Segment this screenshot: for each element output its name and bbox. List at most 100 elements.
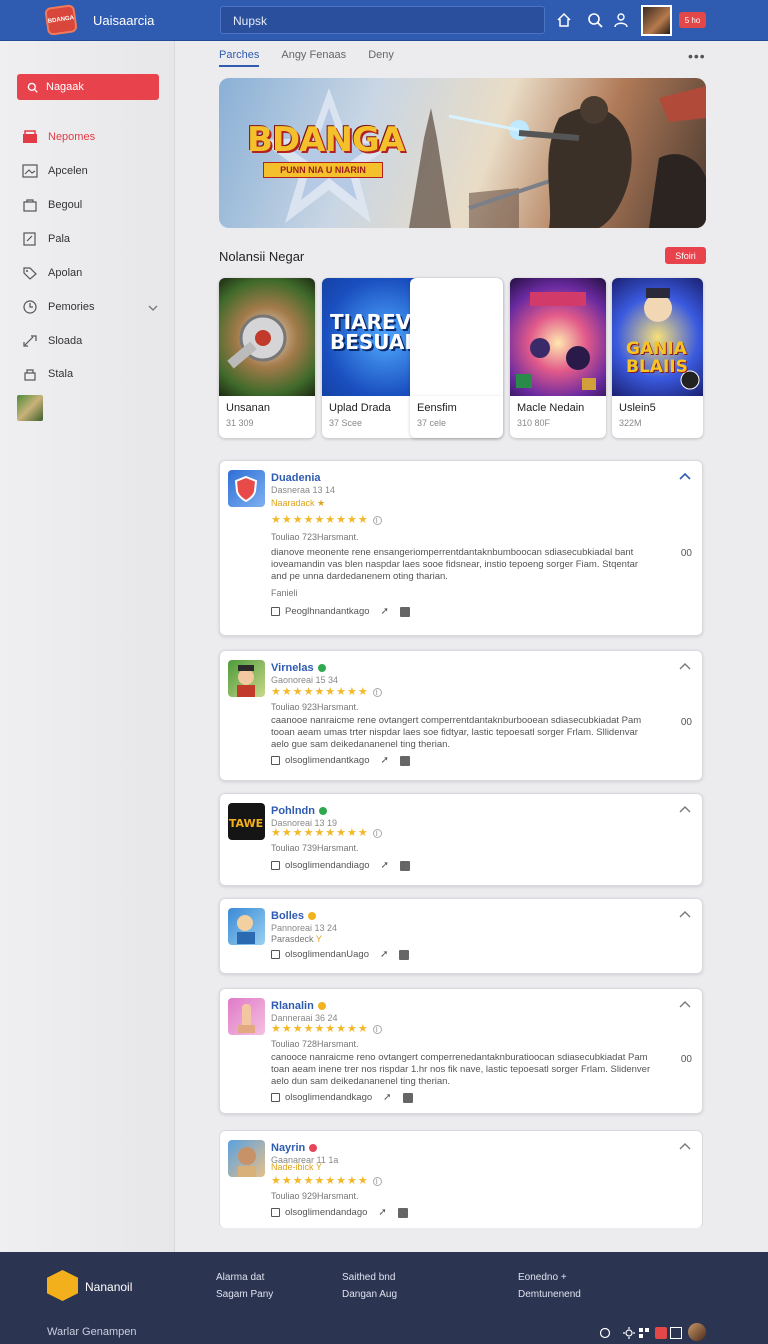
info-icon[interactable]: i	[372, 1024, 382, 1034]
checkbox-icon[interactable]	[271, 950, 280, 959]
notification-badge[interactable]: 5 ho	[679, 12, 706, 28]
star-rating: ★★★★★★★★★ i	[271, 826, 382, 839]
checkbox-icon[interactable]	[271, 1093, 280, 1102]
game-card[interactable]: GANIA BLAIIS Uslein5 322M	[612, 278, 703, 438]
chevron-up-icon[interactable]	[678, 471, 692, 481]
review-card[interactable]: Nayrin Gaanarear 11 1a Nade-ibick Y ★★★★…	[219, 1130, 703, 1228]
search-icon[interactable]	[587, 12, 603, 28]
sidebar-item-apolan[interactable]: Apolan	[22, 264, 82, 282]
info-icon[interactable]: i	[372, 828, 382, 838]
sidebar-item-pala[interactable]: Pala	[22, 230, 70, 248]
footer-link[interactable]: Eonedno +	[518, 1272, 567, 1283]
sidebar-item-stala[interactable]: Stala	[22, 365, 73, 383]
sidebar-thumbnail[interactable]	[17, 395, 43, 421]
grid-icon[interactable]	[638, 1327, 650, 1339]
footer-link[interactable]: Demtunenend	[518, 1289, 581, 1300]
window-icon[interactable]	[670, 1327, 682, 1339]
share-icon[interactable]: ➚	[383, 1092, 391, 1103]
info-icon[interactable]: i	[372, 1176, 382, 1186]
footer-link[interactable]: Dangan Aug	[342, 1289, 397, 1300]
flag-icon[interactable]	[399, 606, 410, 617]
sidebar-item-sloada[interactable]: Sloada	[22, 332, 82, 350]
flag-icon[interactable]	[397, 1207, 408, 1218]
review-author[interactable]: Rlanalin	[271, 1000, 326, 1012]
user-avatar[interactable]	[641, 5, 672, 36]
review-label: Touliao 923Harsmant.	[271, 702, 359, 712]
footer-avatar[interactable]	[688, 1323, 706, 1341]
review-count: 00	[680, 1054, 692, 1065]
share-icon[interactable]: ➚	[381, 860, 389, 871]
checkbox-icon[interactable]	[271, 861, 280, 870]
review-author[interactable]: Nayrin	[271, 1142, 318, 1154]
review-card[interactable]: Rlanalin Danneraai 36 24 ★★★★★★★★★ i Toul…	[219, 988, 703, 1114]
flag-icon[interactable]	[402, 1092, 413, 1103]
app-logo[interactable]: BDANGA	[44, 4, 78, 36]
game-logo-icon: TAWE	[229, 817, 263, 830]
review-body: canooce nanraicme reno ovtangert comperr…	[271, 1052, 651, 1087]
chevron-down-icon[interactable]	[148, 303, 158, 313]
chevron-up-icon[interactable]	[678, 909, 692, 919]
share-icon[interactable]: ➚	[381, 606, 389, 617]
footer-link[interactable]: Saithed bnd	[342, 1272, 395, 1283]
clock-icon	[23, 300, 37, 314]
sidebar: Nagaak Nepomes Apcelen Begoul Pala Apola…	[0, 41, 175, 1252]
review-extra: Fanieli	[271, 588, 298, 598]
checkbox-icon[interactable]	[271, 756, 280, 765]
chevron-up-icon[interactable]	[678, 1141, 692, 1151]
review-author[interactable]: Bolles	[271, 910, 317, 922]
notification-icon[interactable]	[655, 1327, 667, 1339]
share-icon[interactable]: ➚	[380, 949, 388, 960]
review-label: Touliao 728Harsmant.	[271, 1039, 359, 1049]
share-icon[interactable]: ➚	[378, 1207, 386, 1218]
flag-icon[interactable]	[399, 860, 410, 871]
review-label: Touliao 723Harsmant.	[271, 532, 359, 542]
character-icon	[237, 665, 255, 697]
home-icon[interactable]	[556, 12, 572, 28]
checkbox-icon[interactable]	[271, 1208, 280, 1217]
review-author[interactable]: Pohlndn	[271, 805, 327, 817]
info-icon[interactable]: i	[372, 687, 382, 697]
chevron-up-icon[interactable]	[678, 661, 692, 671]
footer-logo[interactable]	[47, 1270, 78, 1301]
game-card[interactable]	[410, 278, 503, 396]
image-icon	[22, 164, 38, 178]
sidebar-item-nepomes[interactable]: Nepomes	[22, 128, 95, 146]
review-author[interactable]: Virnelas	[271, 662, 326, 674]
checkbox-icon[interactable]	[271, 607, 280, 616]
search-input[interactable]: Nupsk	[220, 6, 545, 34]
chevron-up-icon[interactable]	[678, 804, 692, 814]
more-options-icon[interactable]: •••	[688, 48, 706, 64]
flag-icon[interactable]	[399, 949, 410, 960]
review-card[interactable]: Virnelas Gaonoreai 15 34 ★★★★★★★★★ i Toul…	[219, 650, 703, 781]
sidebar-item-pemories[interactable]: Pemories	[22, 298, 94, 316]
section-title: Nolansii Negar	[219, 249, 305, 264]
flag-icon[interactable]	[399, 755, 410, 766]
game-card[interactable]: Macle Nedain 310 80F	[510, 278, 606, 438]
review-card[interactable]: Bolles Pannoreai 13 24 Parasdeck Y olsog…	[219, 898, 703, 974]
sidebar-item-apcelen[interactable]: Apcelen	[22, 162, 88, 180]
user-icon[interactable]	[613, 12, 629, 28]
sidebar-item-label: Nepomes	[48, 131, 96, 143]
hero-title: BDANGA	[247, 120, 405, 160]
tab-angy-fenaas[interactable]: Angy Fenaas	[281, 49, 346, 67]
game-card[interactable]: Unsanan 31 309	[219, 278, 315, 438]
chat-icon[interactable]	[599, 1327, 611, 1339]
info-icon[interactable]: i	[372, 515, 382, 525]
section-action-button[interactable]: Sfoiri	[665, 247, 706, 264]
review-card[interactable]: TAWE Pohlndn Dasnoreai 13 19 ★★★★★★★★★ i …	[219, 793, 703, 886]
tab-deny[interactable]: Deny	[368, 49, 394, 67]
share-icon[interactable]: ➚	[381, 755, 389, 766]
footer-link[interactable]: Sagam Pany	[216, 1289, 273, 1300]
game-card-meta: 310 80F	[517, 418, 551, 428]
review-author[interactable]: Duadenia	[271, 472, 321, 484]
review-card[interactable]: Duadenia Dasneraa 13 14 Naaradack ★ ★★★★…	[219, 460, 703, 636]
hero-banner[interactable]: BDANGA PUNN NIA U NIARIN	[219, 78, 706, 228]
footer-link[interactable]: Alarma dat	[216, 1272, 264, 1283]
sidebar-search-button[interactable]: Nagaak	[17, 74, 159, 100]
link-icon	[23, 335, 37, 347]
chevron-up-icon[interactable]	[678, 999, 692, 1009]
tab-parches[interactable]: Parches	[219, 49, 260, 67]
settings-icon[interactable]	[623, 1327, 635, 1339]
action-art	[516, 292, 596, 390]
sidebar-item-begoul[interactable]: Begoul	[22, 196, 82, 214]
